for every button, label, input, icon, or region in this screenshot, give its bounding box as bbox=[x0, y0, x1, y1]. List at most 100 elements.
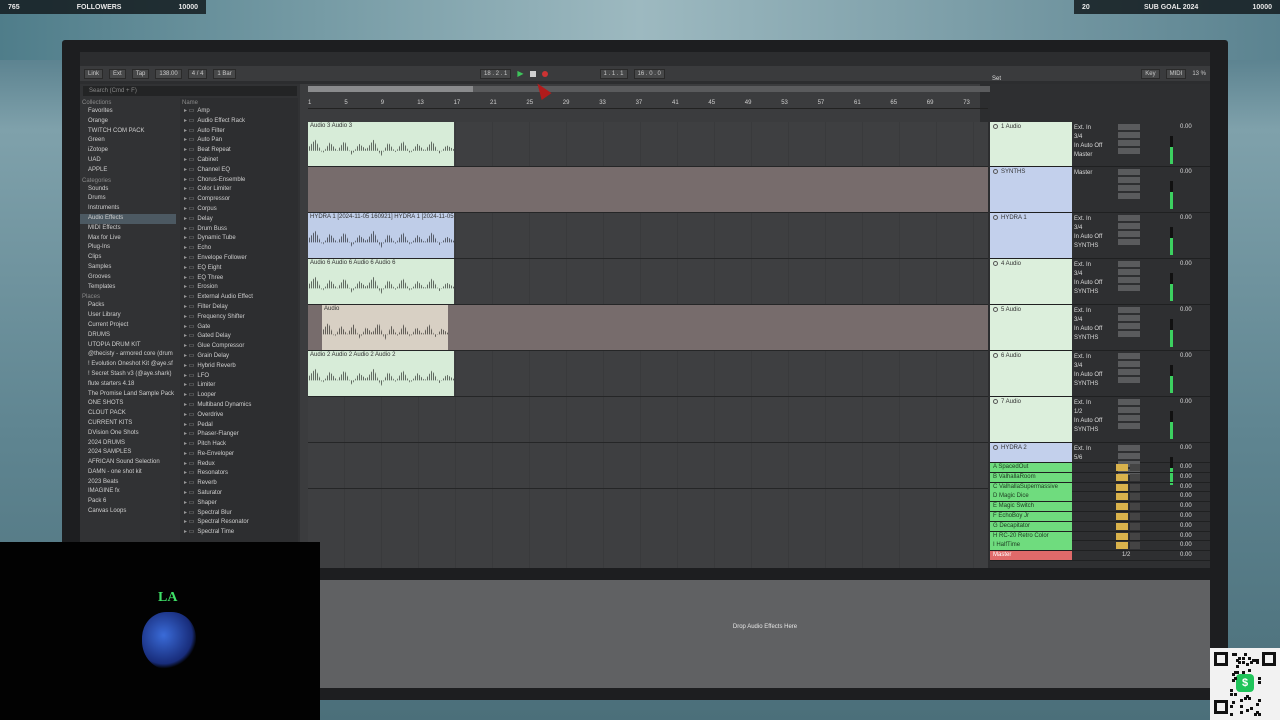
track-fold-icon[interactable] bbox=[993, 169, 998, 174]
volume-field[interactable]: 0.00 bbox=[1180, 353, 1192, 359]
link-button[interactable]: Link bbox=[84, 68, 104, 79]
return-volume[interactable]: 0.00 bbox=[1180, 522, 1192, 531]
effect-folder-item[interactable]: ▸ ▭ Shaper bbox=[180, 499, 298, 509]
volume-field[interactable]: 0.00 bbox=[1180, 307, 1192, 313]
place-item[interactable]: 2024 SAMPLES bbox=[80, 448, 176, 458]
output-menu[interactable]: SYNTHS bbox=[1074, 288, 1114, 297]
effect-folder-item[interactable]: ▸ ▭ Saturator bbox=[180, 489, 298, 499]
place-item[interactable]: Pack 6 bbox=[80, 497, 176, 507]
input-type-menu[interactable]: Ext. In bbox=[1074, 261, 1114, 270]
send-knob[interactable] bbox=[1118, 269, 1140, 275]
effect-folder-item[interactable]: ▸ ▭ Spectral Blur bbox=[180, 509, 298, 519]
solo-button[interactable] bbox=[1130, 542, 1140, 550]
category-item[interactable]: MIDI Effects bbox=[80, 224, 176, 234]
effect-folder-item[interactable]: ▸ ▭ Spectral Time bbox=[180, 528, 298, 538]
collection-item[interactable]: iZotope bbox=[80, 146, 176, 156]
effect-folder-item[interactable]: ▸ ▭ Glue Compressor bbox=[180, 342, 298, 352]
effect-folder-item[interactable]: ▸ ▭ Reverb bbox=[180, 479, 298, 489]
return-volume[interactable]: 0.00 bbox=[1180, 473, 1192, 482]
category-item[interactable]: Sounds bbox=[80, 185, 176, 195]
time-signature-field[interactable]: 4 / 4 bbox=[187, 68, 208, 79]
place-item[interactable]: CURRENT KITS bbox=[80, 419, 176, 429]
effect-folder-item[interactable]: ▸ ▭ Overdrive bbox=[180, 411, 298, 421]
category-item[interactable]: Instruments bbox=[80, 204, 176, 214]
track-lane[interactable]: Audio 3 Audio 3 bbox=[308, 122, 988, 167]
effect-folder-item[interactable]: ▸ ▭ Color Limiter bbox=[180, 185, 298, 195]
effect-folder-item[interactable]: ▸ ▭ Pedal bbox=[180, 421, 298, 431]
volume-field[interactable]: 0.00 bbox=[1180, 399, 1192, 405]
record-icon[interactable] bbox=[541, 70, 548, 77]
return-name[interactable]: I HalfTime bbox=[990, 541, 1072, 551]
track-header[interactable]: 5 Audio bbox=[990, 305, 1072, 350]
song-position-field[interactable]: 18 . 2 . 1 bbox=[479, 68, 512, 79]
effect-folder-item[interactable]: ▸ ▭ Echo bbox=[180, 244, 298, 254]
effect-folder-item[interactable]: ▸ ▭ Gate bbox=[180, 323, 298, 333]
input-type-menu[interactable]: Ext. In bbox=[1074, 445, 1114, 454]
audio-clip[interactable]: Audio 6 Audio 6 Audio 6 Audio 6 bbox=[308, 259, 454, 304]
place-item[interactable]: CLOUT PACK bbox=[80, 409, 176, 419]
input-type-menu[interactable]: Ext. In bbox=[1074, 307, 1114, 316]
send-knob[interactable] bbox=[1118, 148, 1140, 154]
send-knob[interactable] bbox=[1118, 140, 1140, 146]
send-knob[interactable] bbox=[1118, 132, 1140, 138]
effect-folder-item[interactable]: ▸ ▭ Limiter bbox=[180, 381, 298, 391]
effect-folder-item[interactable]: ▸ ▭ Chorus-Ensemble bbox=[180, 176, 298, 186]
effect-folder-item[interactable]: ▸ ▭ Channel EQ bbox=[180, 166, 298, 176]
track-lane[interactable]: HYDRA 1 [2024-11-05 160921] HYDRA 1 [202… bbox=[308, 213, 988, 259]
effect-folder-item[interactable]: ▸ ▭ Auto Pan bbox=[180, 136, 298, 146]
send-knob[interactable] bbox=[1118, 415, 1140, 421]
effect-folder-item[interactable]: ▸ ▭ Amp bbox=[180, 107, 298, 117]
volume-field[interactable]: 0.00 bbox=[1180, 124, 1192, 130]
place-item[interactable]: User Library bbox=[80, 311, 176, 321]
category-item[interactable]: Drums bbox=[80, 194, 176, 204]
category-item[interactable]: Templates bbox=[80, 283, 176, 293]
category-item[interactable]: Clips bbox=[80, 253, 176, 263]
track-header[interactable]: SYNTHS bbox=[990, 167, 1072, 212]
send-knob[interactable] bbox=[1118, 331, 1140, 337]
loop-length-field[interactable]: 16 . 0 . 0 bbox=[633, 68, 665, 79]
category-item[interactable]: Samples bbox=[80, 263, 176, 273]
overview-scrollbar[interactable] bbox=[308, 86, 1093, 92]
place-item[interactable]: 2023 Beats bbox=[80, 478, 176, 488]
effect-folder-item[interactable]: ▸ ▭ Filter Delay bbox=[180, 303, 298, 313]
place-item[interactable]: 2024 DRUMS bbox=[80, 439, 176, 449]
effect-folder-item[interactable]: ▸ ▭ Grain Delay bbox=[180, 352, 298, 362]
track-lane[interactable] bbox=[308, 167, 988, 213]
tempo-field[interactable]: 138.00 bbox=[155, 68, 182, 79]
effect-folder-item[interactable]: ▸ ▭ Cabinet bbox=[180, 156, 298, 166]
drop-effects-hint[interactable]: Drop Audio Effects Here bbox=[320, 624, 1210, 630]
master-volume[interactable]: 0.00 bbox=[1180, 551, 1192, 560]
output-menu[interactable]: SYNTHS bbox=[1074, 334, 1114, 343]
effect-folder-item[interactable]: ▸ ▭ Looper bbox=[180, 391, 298, 401]
send-knob[interactable] bbox=[1118, 407, 1140, 413]
collection-item[interactable]: Orange bbox=[80, 117, 176, 127]
send-knob[interactable] bbox=[1118, 231, 1140, 237]
track-activator-button[interactable] bbox=[1116, 542, 1128, 550]
track-activator-button[interactable] bbox=[1116, 522, 1128, 530]
effect-folder-item[interactable]: ▸ ▭ Envelope Follower bbox=[180, 254, 298, 264]
track-fold-icon[interactable] bbox=[993, 124, 998, 129]
return-name[interactable]: A SpacedOut bbox=[990, 463, 1072, 472]
return-volume[interactable]: 0.00 bbox=[1180, 492, 1192, 501]
input-type-menu[interactable]: Ext. In bbox=[1074, 124, 1114, 133]
send-knob[interactable] bbox=[1118, 223, 1140, 229]
solo-button[interactable] bbox=[1130, 513, 1140, 520]
place-item[interactable]: Canvas Loops bbox=[80, 507, 176, 517]
track-lane[interactable] bbox=[308, 443, 988, 489]
effect-folder-item[interactable]: ▸ ▭ Re-Enveloper bbox=[180, 450, 298, 460]
place-item[interactable]: flute starters 4.18 bbox=[80, 380, 176, 390]
place-item[interactable]: DVision One Shots bbox=[80, 429, 176, 439]
send-knob[interactable] bbox=[1118, 369, 1140, 375]
return-volume[interactable]: 0.00 bbox=[1180, 463, 1192, 472]
input-channel-menu[interactable]: 3/4 bbox=[1074, 270, 1114, 279]
return-name[interactable]: B ValhallaRoom bbox=[990, 472, 1072, 482]
effect-folder-item[interactable]: ▸ ▭ LFO bbox=[180, 372, 298, 382]
effect-folder-item[interactable]: ▸ ▭ Frequency Shifter bbox=[180, 313, 298, 323]
place-item[interactable]: ! Secret Stash v3 (@aye.shark) bbox=[80, 370, 176, 380]
return-name[interactable]: C ValhallaSupermassive bbox=[990, 482, 1072, 492]
track-fold-icon[interactable] bbox=[993, 445, 998, 450]
effect-folder-item[interactable]: ▸ ▭ Redux bbox=[180, 460, 298, 470]
track-activator-button[interactable] bbox=[1116, 473, 1128, 481]
volume-field[interactable]: 0.00 bbox=[1180, 261, 1192, 267]
place-item[interactable]: DRUMS bbox=[80, 331, 176, 341]
